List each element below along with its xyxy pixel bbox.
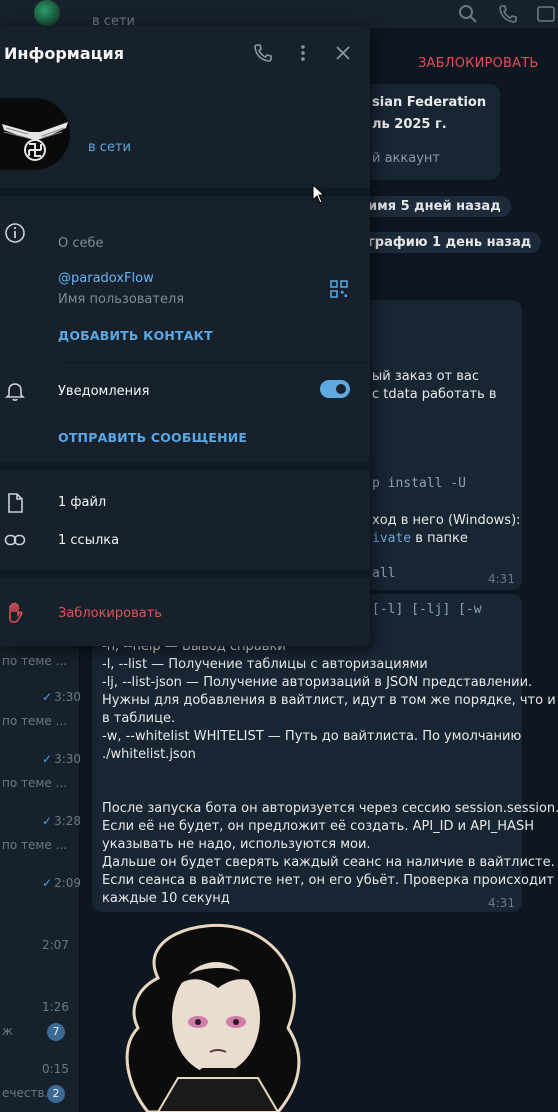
link-icon (4, 534, 26, 546)
row-separator (58, 362, 370, 363)
message-line: в таблице. (102, 711, 176, 726)
sticker-image[interactable] (118, 918, 318, 1112)
block-user-button[interactable]: ЗАБЛОКИРОВАТЬ (418, 56, 538, 71)
notifications-label: Уведомления (58, 384, 150, 399)
message-line: Дальше он будет сверять каждый сеанс на … (102, 855, 555, 870)
info-icon (5, 223, 25, 243)
username-caption: Имя пользователя (58, 292, 185, 307)
message-text: ход в него (Windows): (372, 513, 521, 528)
file-icon (8, 493, 23, 513)
chat-time: ✓ 3:28 (42, 814, 82, 828)
card-line: й аккаунт (372, 151, 440, 166)
message-line: -lj, --list-json — Получение авторизаций… (102, 675, 533, 690)
message-code: ivate (372, 531, 412, 546)
files-count[interactable]: 1 файл (58, 495, 106, 510)
read-check-icon: ✓ (42, 876, 53, 890)
about-label: О себе (58, 236, 104, 251)
mouse-cursor-icon (312, 184, 326, 204)
message-line: Нужны для добавления в вайтлист, идут в … (102, 693, 556, 708)
sidebar-toggle-icon[interactable] (536, 4, 556, 24)
message-text: с tdata работать в (372, 387, 497, 402)
chat-time: 0:15 (42, 1062, 69, 1076)
message-code: p install -U (372, 476, 466, 491)
chat-snippet[interactable]: по теме ... (2, 654, 67, 668)
phone-icon[interactable] (252, 42, 274, 64)
service-message: имя 5 дней назад (358, 196, 511, 217)
message-time: 4:31 (488, 572, 515, 586)
panel-title: Информация (4, 44, 124, 63)
card-line: ль 2025 г. (372, 117, 447, 132)
message-line (102, 782, 558, 800)
notifications-toggle[interactable] (320, 380, 350, 398)
message-line (102, 764, 558, 782)
avatar[interactable] (32, 0, 62, 28)
message-line: указывать не надо, используются мои. (102, 837, 371, 852)
section-divider (0, 570, 370, 578)
card-line: sian Federation (372, 95, 487, 110)
chat-time: 2:07 (42, 938, 69, 952)
links-count[interactable]: 1 ссылка (58, 533, 119, 548)
username-link[interactable]: @paradoxFlow (58, 271, 154, 286)
message-line: После запуска бота он авторизуется через… (102, 801, 558, 816)
message-code: all (372, 566, 396, 581)
hand-stop-icon (9, 602, 23, 623)
bell-icon (5, 383, 25, 401)
user-status: в сети (88, 140, 131, 155)
message-line: -w, --whitelist WHITELIST — Путь до вайт… (102, 729, 522, 744)
add-contact-button[interactable]: ДОБАВИТЬ КОНТАКТ (58, 328, 213, 343)
section-divider (0, 462, 370, 470)
block-user-action[interactable]: Заблокировать (58, 606, 162, 621)
message-line: ./whitelist.json (102, 747, 196, 762)
unread-badge: 7 (47, 1023, 65, 1041)
message-text: ый заказ от вас (372, 369, 480, 384)
profile-avatar[interactable] (0, 98, 70, 170)
chat-time: ✓ 3:30 (42, 690, 82, 704)
chat-time: 1:26 (42, 1000, 69, 1014)
message-line: Если её не будет, он предложит её создат… (102, 819, 534, 834)
read-check-icon: ✓ (42, 814, 53, 828)
phone-icon[interactable] (498, 4, 518, 24)
close-icon[interactable] (332, 42, 354, 64)
message-text: ivate в папке (372, 531, 468, 546)
chat-snippet[interactable]: по теме ... (2, 714, 67, 728)
chat-time: ✓ 2:09 (42, 876, 82, 890)
more-vertical-icon[interactable] (292, 42, 314, 64)
user-info-panel: Информация в сети О себе @paradoxFlow Им… (0, 26, 370, 646)
chat-snippet[interactable]: по теме ... (2, 838, 67, 852)
chat-time: ✓ 3:30 (42, 752, 82, 766)
message-line: Если сеанса в вайтлисте нет, он его убьё… (102, 873, 555, 888)
eagle-emblem-icon (0, 98, 70, 170)
message-code: [-l] [-lj] [-w (372, 602, 482, 617)
service-message: графию 1 день назад (358, 232, 542, 253)
message-text-block: -h, --help — Вывод справки -l, --list — П… (102, 638, 558, 908)
message-time: 4:31 (488, 896, 515, 910)
chat-snippet[interactable]: по теме ... (2, 776, 67, 790)
qr-code-icon[interactable] (330, 280, 348, 298)
chat-snippet[interactable]: ж (2, 1024, 13, 1038)
read-check-icon: ✓ (42, 752, 53, 766)
unread-badge: 2 (47, 1085, 65, 1103)
send-message-button[interactable]: ОТПРАВИТЬ СООБЩЕНИЕ (58, 430, 247, 445)
message-line: -l, --list — Получение таблицы с авториз… (102, 657, 428, 672)
read-check-icon: ✓ (42, 690, 53, 704)
search-icon[interactable] (458, 4, 478, 24)
chat-header: в сети (0, 0, 558, 29)
